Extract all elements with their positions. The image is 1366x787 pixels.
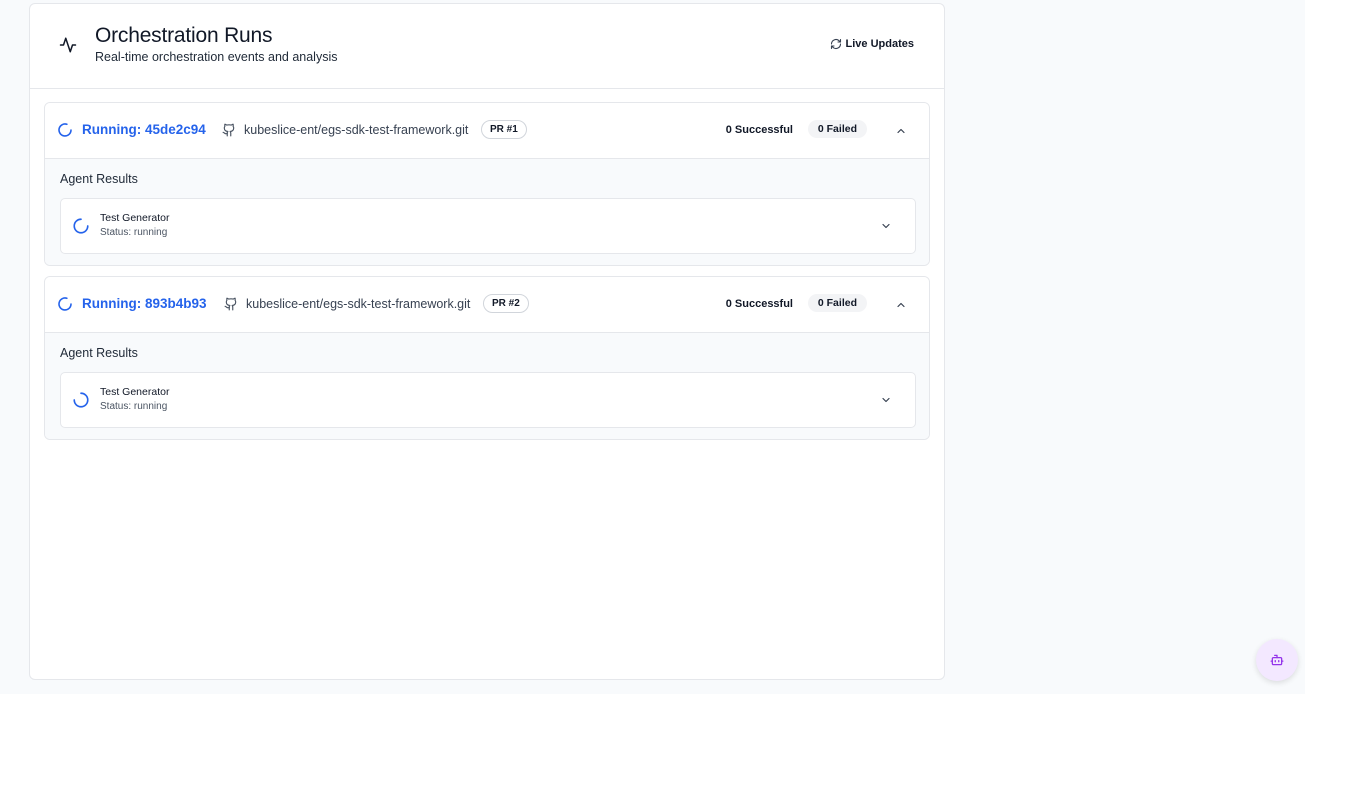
loading-spinner-icon: [58, 297, 72, 311]
refresh-icon: [830, 38, 841, 50]
run-title: Running: 45de2c94: [82, 122, 206, 137]
live-updates-label: Live Updates: [845, 38, 914, 50]
agent-status: Status: running: [100, 227, 168, 238]
assistant-fab-button[interactable]: [1256, 639, 1298, 681]
run-body: Agent Results Test Generator Status: run…: [45, 159, 929, 265]
pr-badge[interactable]: PR #2: [483, 294, 529, 313]
run-header[interactable]: Running: 45de2c94 kubeslice-ent/egs-sdk-…: [45, 103, 929, 159]
agent-result-item[interactable]: Test Generator Status: running: [60, 372, 916, 428]
bot-icon: [1270, 654, 1284, 666]
failed-count-badge: 0 Failed: [807, 120, 867, 138]
successful-count: 0 Successful: [725, 124, 793, 136]
agent-result-item[interactable]: Test Generator Status: running: [60, 198, 916, 254]
run-card: Running: 45de2c94 kubeslice-ent/egs-sdk-…: [44, 102, 930, 266]
loading-spinner-icon: [58, 123, 72, 137]
loading-spinner-icon: [73, 218, 89, 234]
activity-icon: [59, 37, 77, 53]
repository-link[interactable]: kubeslice-ent/egs-sdk-test-framework.git: [244, 123, 468, 137]
run-title: Running: 893b4b93: [82, 296, 207, 311]
agent-name: Test Generator: [100, 212, 170, 224]
page-title: Orchestration Runs: [95, 24, 273, 47]
repository-link[interactable]: kubeslice-ent/egs-sdk-test-framework.git: [246, 297, 470, 311]
github-icon: [222, 123, 235, 137]
pr-badge[interactable]: PR #1: [481, 120, 527, 139]
loading-spinner-icon: [73, 392, 89, 408]
run-card: Running: 893b4b93 kubeslice-ent/egs-sdk-…: [44, 276, 930, 440]
failed-count-badge: 0 Failed: [807, 294, 867, 312]
agent-results-heading: Agent Results: [60, 346, 138, 360]
chevron-down-icon[interactable]: [880, 220, 892, 232]
successful-count: 0 Successful: [725, 298, 793, 310]
chevron-up-icon[interactable]: [895, 299, 907, 311]
agent-name: Test Generator: [100, 386, 170, 398]
live-updates-button[interactable]: Live Updates: [830, 38, 914, 50]
chevron-up-icon[interactable]: [895, 125, 907, 137]
agent-status: Status: running: [100, 401, 168, 412]
agent-results-heading: Agent Results: [60, 172, 138, 186]
page-subtitle: Real-time orchestration events and analy…: [95, 50, 338, 64]
github-icon: [224, 297, 237, 311]
run-header[interactable]: Running: 893b4b93 kubeslice-ent/egs-sdk-…: [45, 277, 929, 333]
chevron-down-icon[interactable]: [880, 394, 892, 406]
panel-header: Orchestration Runs Real-time orchestrati…: [30, 4, 944, 89]
orchestration-runs-panel: Orchestration Runs Real-time orchestrati…: [29, 3, 945, 680]
run-body: Agent Results Test Generator Status: run…: [45, 333, 929, 439]
